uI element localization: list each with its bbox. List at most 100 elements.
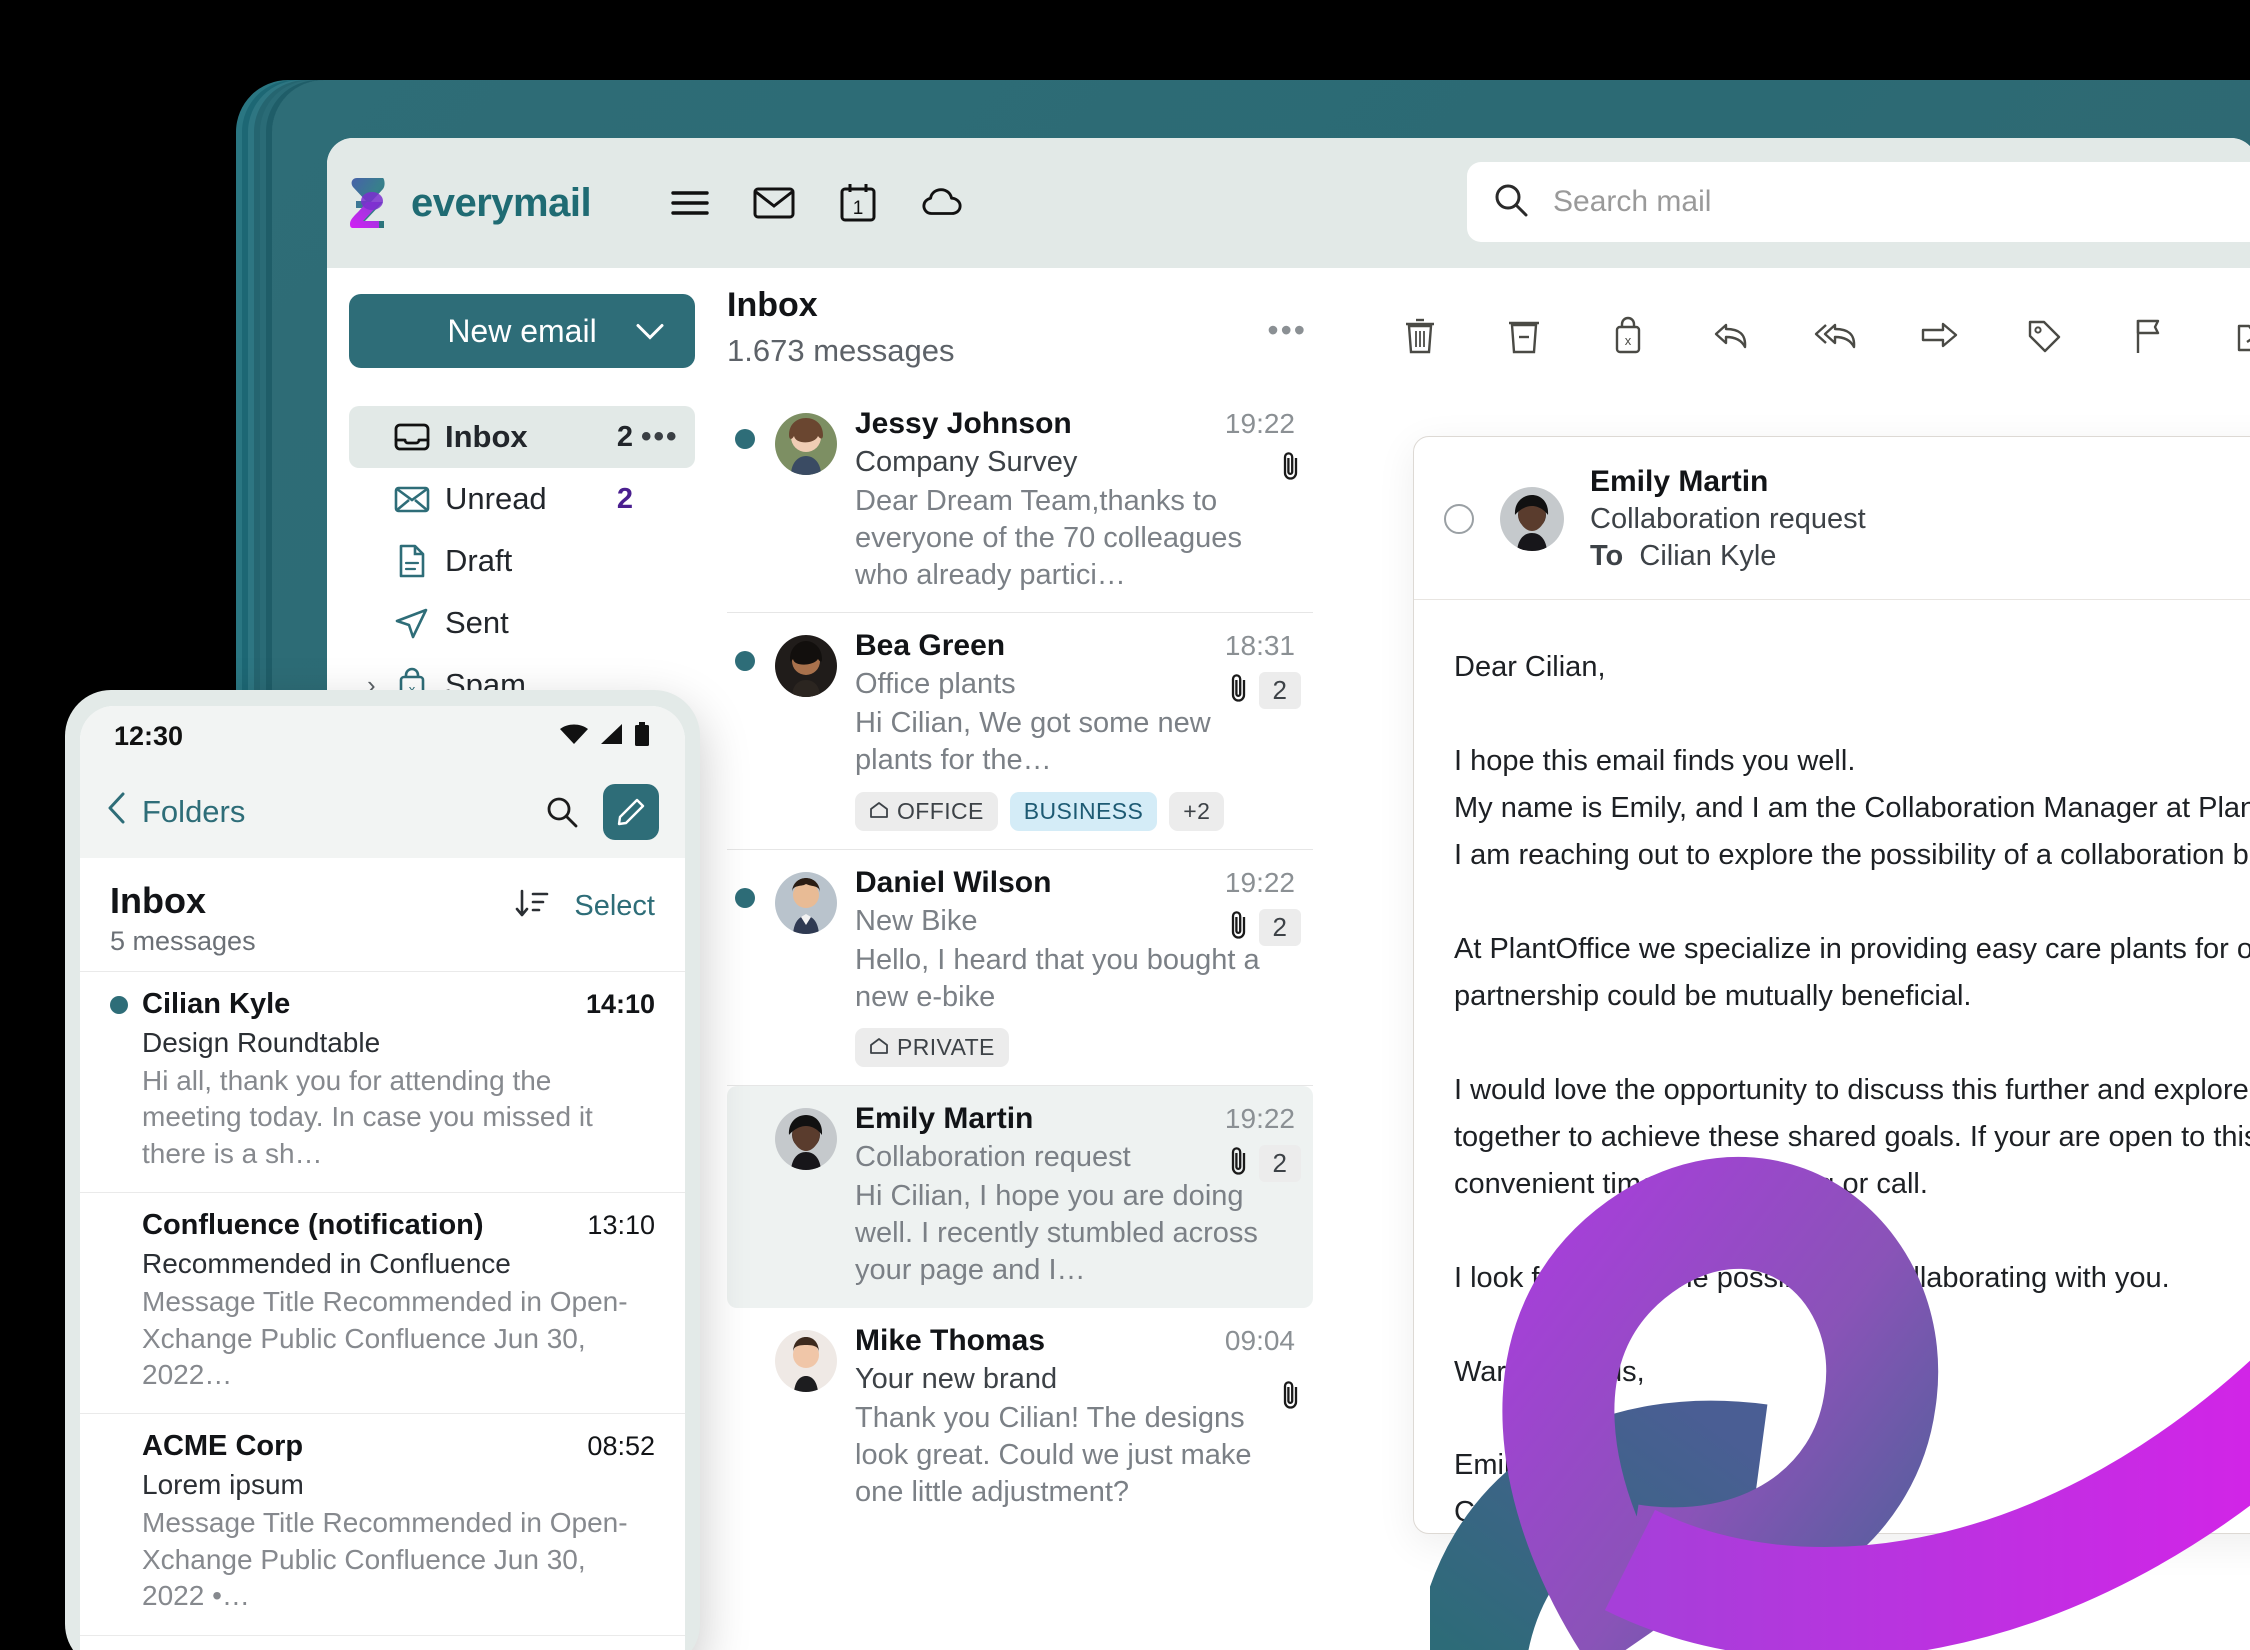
home-icon [869,798,889,825]
spam-icon[interactable]: x [1605,313,1651,359]
flag-icon[interactable] [2125,313,2171,359]
phone-screen: 12:30 Folders Inbox 5 messages Select Ci… [80,706,685,1650]
menu-icon[interactable] [669,182,711,224]
sender-name: Bea Green [855,629,1006,663]
sidebar-item-sent[interactable]: Sent [349,592,695,654]
message-meta [1281,1378,1301,1417]
email-detail-card: Emily Martin Collaboration request To Ci… [1413,436,2250,1534]
delete-icon[interactable] [1397,313,1443,359]
search-icon[interactable] [539,789,585,835]
timestamp: 19:22 [1224,408,1295,439]
thread-count: 2 [1258,908,1301,946]
message-meta: 2 [1229,908,1301,947]
chevron-down-icon[interactable] [635,313,665,350]
new-email-button[interactable]: New email [349,294,695,368]
sender-name: Confluence (notification) [142,1209,484,1242]
reply-icon[interactable] [1709,313,1755,359]
avatar [775,635,837,698]
phone-list-header: Inbox 5 messages Select [80,858,685,971]
avatar [775,413,837,475]
list-item[interactable]: Cilian Kyle 14:10 Design Roundtable Hi a… [80,971,685,1192]
message-content: Emily Martin 19:22 Collaboration request… [855,1102,1301,1289]
list-item[interactable]: Cilian Kyle 07:30 Design Changes Hi Jess… [80,1634,685,1650]
list-more-icon[interactable]: ••• [1267,312,1307,349]
tag-overflow[interactable]: +2 [1169,791,1225,831]
tag-private[interactable]: PRIVATE [855,1027,1009,1067]
sidebar-item-inbox[interactable]: Inbox 2 ••• [349,406,695,468]
email-body: Dear Cilian, I hope this email finds you… [1454,651,2250,1529]
everymail-logo-icon [343,174,395,232]
search-input[interactable] [1553,185,2250,219]
app-logo-text: everymail [411,180,592,225]
message-content: Mike Thomas 09:04 Your new brand Thank y… [855,1324,1301,1511]
message-content: Bea Green 18:31 Office plants Hi Cilian,… [855,629,1301,831]
search-bar[interactable] [1467,162,2250,242]
preview-text: Thank you Cilian! The designs look great… [855,1402,1252,1509]
subject: Lorem ipsum [142,1469,304,1501]
to-value: Cilian Kyle [1639,540,1777,572]
tag-label: +2 [1183,797,1211,824]
battery-icon [633,721,651,752]
unread-dot [735,407,757,594]
sidebar-item-label: Sent [445,605,509,640]
svg-text:x: x [1625,333,1632,348]
unread-dot [735,866,757,1067]
tag-business[interactable]: BUSINESS [1009,791,1158,831]
header-nav-icons: 1 [669,182,963,224]
archive-icon[interactable] [1501,313,1547,359]
read-indicator [735,1324,757,1511]
mail-icon[interactable] [753,182,795,224]
table-row[interactable]: Bea Green 18:31 Office plants Hi Cilian,… [727,613,1313,850]
email-toolbar: x [1337,268,2250,376]
phone-list-actions: Select [514,880,655,925]
thread-count: 2 [1258,1144,1301,1182]
back-to-folders-button[interactable]: Folders [106,791,539,833]
timestamp: 13:10 [587,1210,655,1241]
sidebar-item-label: Inbox [445,419,528,454]
table-row[interactable]: Daniel Wilson 19:22 New Bike Hello, I he… [727,850,1313,1086]
back-label: Folders [142,794,246,829]
sender-name: ACME Corp [142,1430,304,1463]
tag-icon[interactable] [2021,313,2067,359]
table-row[interactable]: Emily Martin 19:22 Collaboration request… [727,1085,1313,1309]
status-icons [559,721,651,752]
timestamp: 19:22 [1224,866,1295,898]
attachment-icon [1229,671,1249,710]
preview-text: Hi Cilian, We got some new plants for th… [855,707,1211,777]
subject: Company Survey [855,446,1078,478]
page-title: Inbox [110,880,206,921]
select-button[interactable]: Select [574,890,655,923]
sidebar-item-draft[interactable]: Draft [349,530,695,592]
chevron-left-icon [106,791,128,833]
sort-icon[interactable] [514,888,550,925]
sidebar-item-label: Unread [445,481,547,516]
email-header: Emily Martin Collaboration request To Ci… [1414,437,2250,600]
list-item[interactable]: Confluence (notification) 13:10 Recommen… [80,1192,685,1413]
subject: Collaboration request [1590,503,1866,535]
phone-message-top: Cilian Kyle 14:10 [110,988,655,1021]
preview-text: Dear Dream Team,thanks to everyone of th… [855,485,1242,592]
recipient-line: To Cilian Kyle [1590,540,1866,573]
sidebar-item-unread[interactable]: Unread 2 [349,468,695,530]
message-count: 5 messages [110,926,256,956]
table-row[interactable]: Jessy Johnson 19:22 Company Survey Dear … [727,391,1313,614]
tag-office[interactable]: OFFICE [855,791,998,831]
list-item[interactable]: ACME Corp 08:52 Lorem ipsum Message Titl… [80,1413,685,1634]
timestamp: 14:10 [585,989,655,1019]
select-message-radio[interactable] [1444,504,1474,534]
inbox-icon [393,422,439,452]
attachment-icon [1281,1378,1301,1417]
sidebar-item-count: 2 [616,420,633,453]
compose-pencil-icon[interactable] [603,784,659,840]
forward-icon[interactable] [1917,313,1963,359]
tag-list: OFFICE BUSINESS +2 [855,791,1295,831]
avatar [1500,487,1564,551]
table-row[interactable]: Mike Thomas 09:04 Your new brand Thank y… [727,1308,1313,1529]
move-to-folder-icon[interactable] [2229,313,2250,359]
message-content: Daniel Wilson 19:22 New Bike Hello, I he… [855,866,1301,1067]
reply-all-icon[interactable] [1813,313,1859,359]
folder-more-icon[interactable]: ••• [641,420,677,454]
cloud-icon[interactable] [921,182,963,224]
calendar-icon[interactable]: 1 [837,182,879,224]
subject: Your new brand [855,1363,1058,1396]
